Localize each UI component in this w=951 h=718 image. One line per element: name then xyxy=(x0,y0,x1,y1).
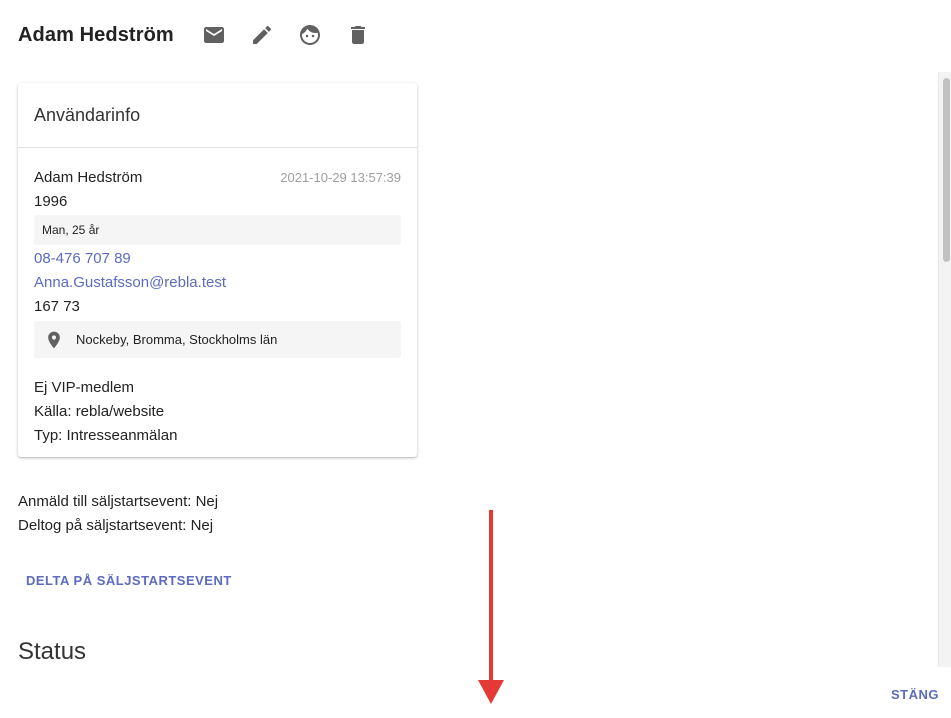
event-registered: Anmäld till säljstartsevent: Nej xyxy=(18,493,219,510)
scrollbar[interactable] xyxy=(938,72,951,667)
join-event-button[interactable]: DELTA PÅ SÄLJSTARTSEVENT xyxy=(26,573,232,588)
user-name-title: Adam Hedström xyxy=(18,23,174,46)
down-arrow-icon xyxy=(478,510,504,704)
gender-age-text: Man, 25 år xyxy=(42,223,100,237)
dialog-header: Adam Hedström xyxy=(18,20,391,50)
header-toolbar xyxy=(199,20,391,50)
location-row: Nockeby, Bromma, Stockholms län xyxy=(34,321,401,358)
location-pin-icon xyxy=(48,331,60,348)
created-timestamp: 2021-10-29 13:57:39 xyxy=(280,170,401,185)
close-button[interactable]: STÄNG xyxy=(891,687,939,702)
mail-icon[interactable] xyxy=(199,20,229,50)
lead-type: Typ: Intresseanmälan xyxy=(34,427,178,444)
scrollbar-thumb[interactable] xyxy=(943,78,950,262)
email-link[interactable]: Anna.Gustafsson@rebla.test xyxy=(34,274,226,291)
card-body: Adam Hedström 2021-10-29 13:57:39 1996 M… xyxy=(18,148,417,448)
event-attended: Deltog på säljstartsevent: Nej xyxy=(18,517,214,534)
event-info: Anmäld till säljstartsevent: Nej Deltog … xyxy=(18,490,218,538)
user-name: Adam Hedström xyxy=(34,169,143,186)
gender-age: Man, 25 år xyxy=(34,215,401,245)
source: Källa: rebla/website xyxy=(34,403,165,420)
phone-link[interactable]: 08-476 707 89 xyxy=(34,250,131,267)
postal-code: 167 73 xyxy=(34,298,80,315)
delete-icon[interactable] xyxy=(343,20,373,50)
edit-icon[interactable] xyxy=(247,20,277,50)
status-heading: Status xyxy=(18,638,87,665)
user-info-card: Användarinfo Adam Hedström 2021-10-29 13… xyxy=(18,83,417,457)
name-row: Adam Hedström 2021-10-29 13:57:39 xyxy=(34,166,401,190)
card-title: Användarinfo xyxy=(18,83,417,148)
location-text: Nockeby, Bromma, Stockholms län xyxy=(76,332,278,347)
birth-year: 1996 xyxy=(34,193,68,210)
vip-status: Ej VIP-medlem xyxy=(34,379,135,396)
face-icon[interactable] xyxy=(295,20,325,50)
